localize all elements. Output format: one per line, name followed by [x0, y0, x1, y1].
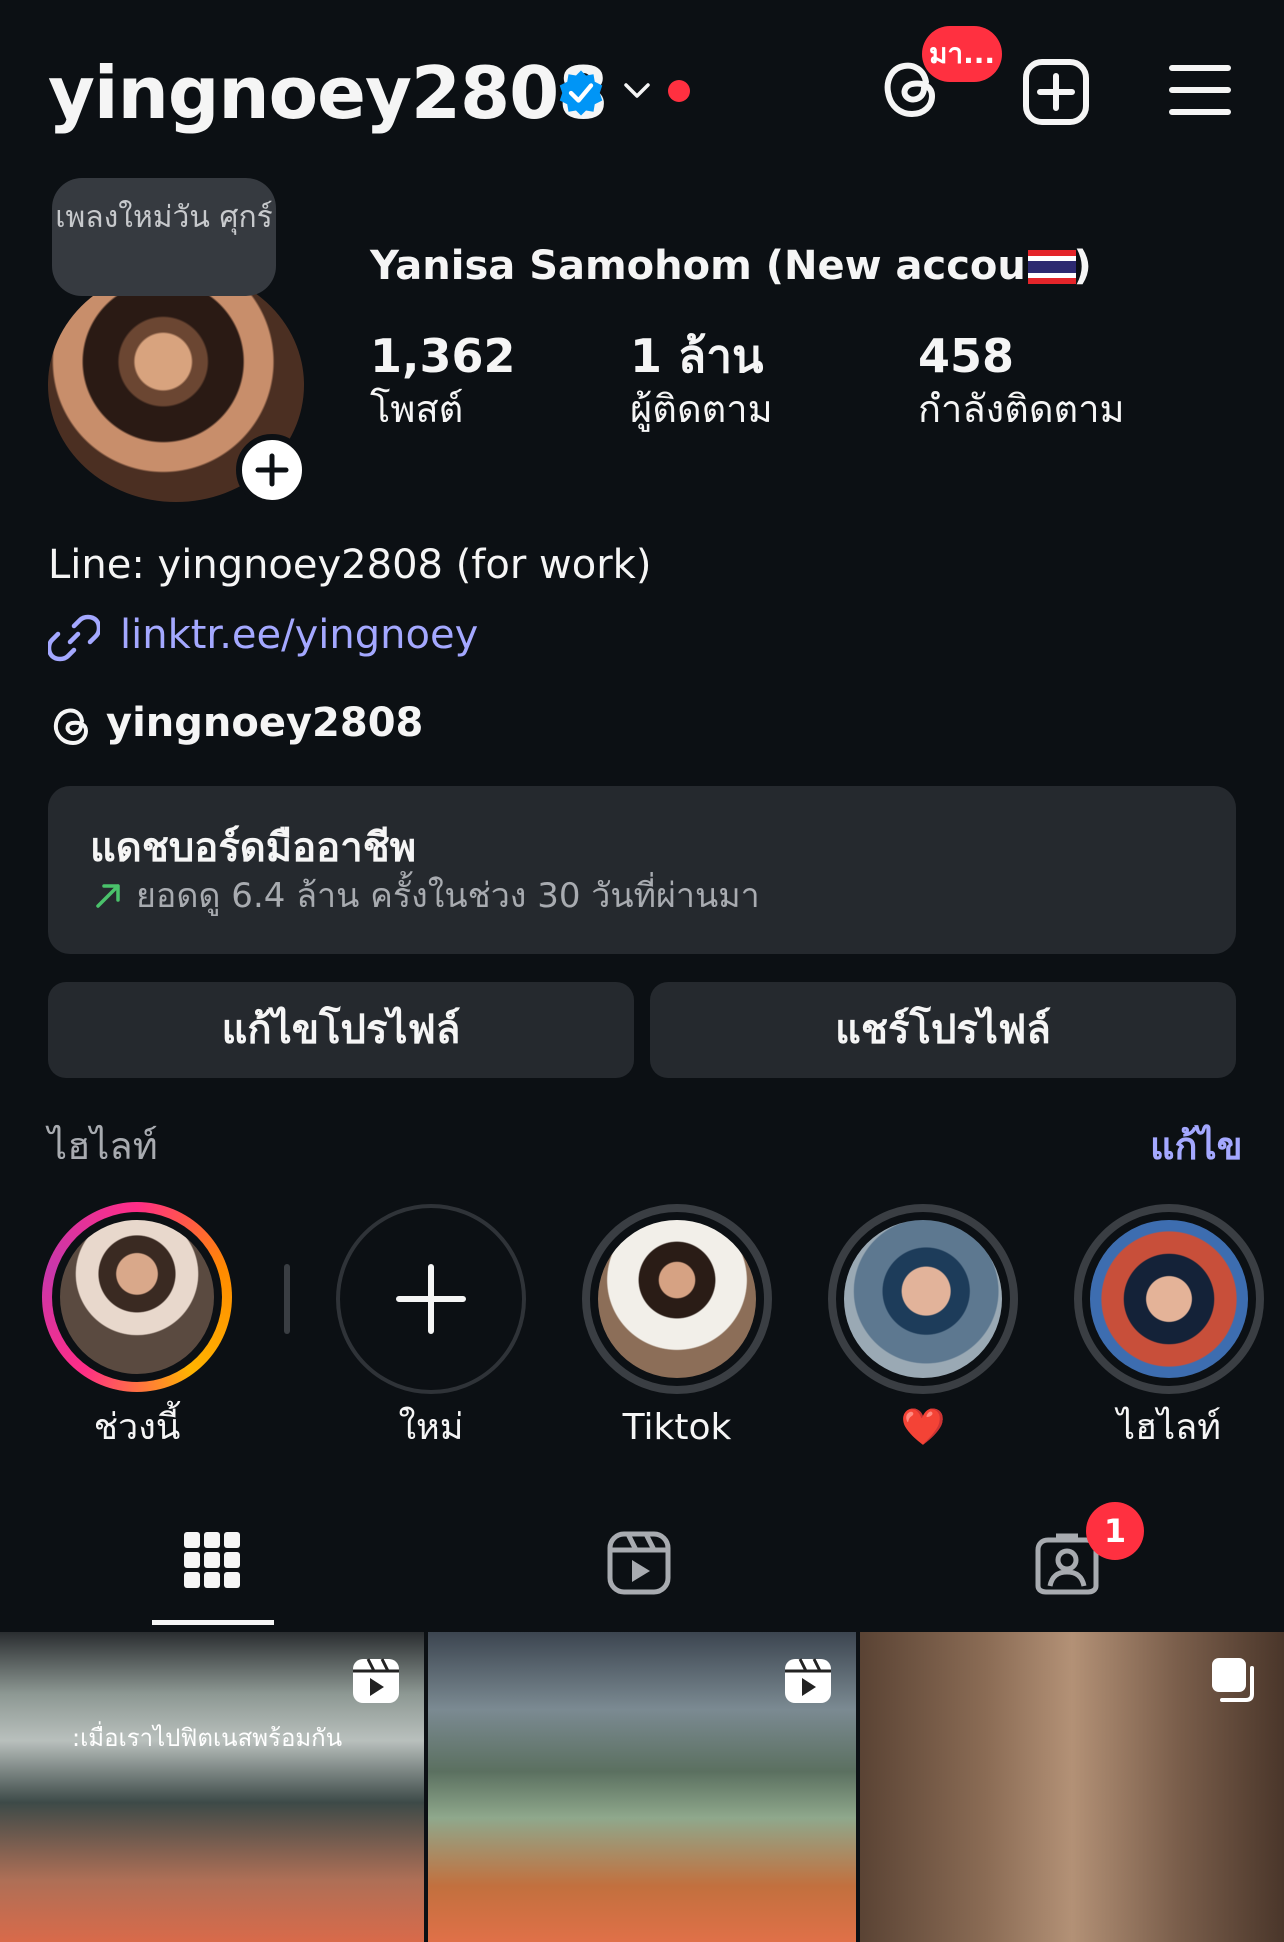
post-tile[interactable]: [860, 1632, 1284, 1942]
stat-posts[interactable]: 1,362 โพสต์: [370, 328, 516, 434]
link-icon: [48, 614, 100, 662]
active-tab-indicator: [152, 1620, 274, 1625]
threads-icon: [53, 708, 89, 746]
highlight-cover-image: [1090, 1220, 1248, 1378]
menu-icon[interactable]: [1168, 60, 1232, 120]
highlight-cover-image: [598, 1220, 756, 1378]
highlight-label: Tiktok: [622, 1407, 732, 1448]
tagged-notification-badge: 1: [1086, 1502, 1144, 1560]
new-post-icon[interactable]: [1020, 56, 1092, 128]
highlight-label: ใหม่: [398, 1407, 464, 1448]
chevron-down-icon[interactable]: [620, 74, 654, 108]
highlights-divider: [284, 1264, 290, 1334]
bio-text: Line: yingnoey2808 (for work): [48, 542, 652, 588]
highlight-tiktok[interactable]: [582, 1204, 772, 1394]
plus-icon: [396, 1264, 466, 1334]
highlight-cover-image: [844, 1220, 1002, 1378]
plus-icon: [255, 453, 289, 487]
carousel-badge-icon: [1212, 1658, 1254, 1702]
stat-posts-label: โพสต์: [370, 387, 464, 431]
highlight-label: ช่วงนี้: [93, 1407, 181, 1448]
stat-following-value: 458: [918, 329, 1015, 383]
highlight-label: ไฮไลท์: [1117, 1407, 1221, 1448]
threads-profile-link[interactable]: yingnoey2808: [106, 696, 423, 750]
dashboard-title: แดชบอร์ดมืออาชีพ: [90, 825, 417, 871]
add-story-button[interactable]: [236, 434, 308, 506]
highlight-new-button[interactable]: [336, 1204, 526, 1394]
dashboard-subtitle: ยอดดู 6.4 ล้าน ครั้งในช่วง 30 วันที่ผ่าน…: [136, 876, 760, 916]
highlight-highlight[interactable]: [1074, 1204, 1264, 1394]
post-tile[interactable]: [428, 1632, 856, 1942]
trend-up-arrow-icon: [96, 884, 120, 908]
post-tile[interactable]: [0, 1632, 424, 1942]
highlight-label: ❤️: [900, 1407, 946, 1448]
reel-badge-icon: [785, 1658, 831, 1703]
stat-posts-value: 1,362: [370, 329, 516, 383]
grid-tab-icon[interactable]: [182, 1530, 242, 1590]
stat-following-label: กำลังติดตาม: [918, 387, 1125, 431]
verified-badge-icon: [559, 70, 603, 116]
profile-link[interactable]: linktr.ee/yingnoey: [120, 608, 478, 662]
account-notification-dot: [668, 80, 690, 102]
reels-tab-icon[interactable]: [606, 1530, 672, 1596]
post-caption-overlay: :เมื่อเราไปฟิตเนสพร้อมกัน: [72, 1724, 343, 1752]
reel-badge-icon: [353, 1658, 399, 1703]
highlights-edit-link[interactable]: แก้ไข: [1150, 1120, 1243, 1172]
stat-followers-value: 1 ล้าน: [630, 329, 764, 383]
profile-note-bubble[interactable]: เพลงใหม่วัน ศุกร์: [52, 178, 276, 296]
threads-notification-badge: มา...: [922, 26, 1002, 82]
highlight-recent[interactable]: [42, 1202, 232, 1392]
thailand-flag-icon: [1028, 250, 1076, 284]
highlights-heading: ไฮไลท์: [48, 1124, 158, 1168]
stat-followers-label: ผู้ติดตาม: [630, 387, 773, 431]
edit-profile-button[interactable]: แก้ไขโปรไฟล์: [48, 982, 634, 1078]
profile-username[interactable]: yingnoey2808: [48, 48, 608, 138]
highlight-cover-image: [60, 1220, 214, 1374]
highlight-heart[interactable]: [828, 1204, 1018, 1394]
share-profile-button[interactable]: แชร์โปรไฟล์: [650, 982, 1236, 1078]
stat-followers[interactable]: 1 ล้าน ผู้ติดตาม: [630, 328, 773, 434]
stat-following[interactable]: 458 กำลังติดตาม: [918, 328, 1125, 434]
display-name: Yanisa Samohom (New account): [370, 243, 1092, 289]
